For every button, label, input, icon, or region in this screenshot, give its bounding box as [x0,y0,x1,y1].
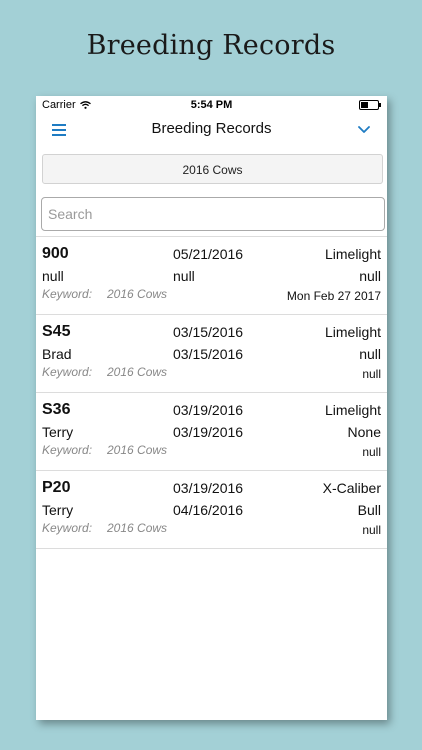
record-sire: Limelight [324,324,381,340]
promo-title: Breeding Records [86,30,336,61]
keyword-label: Keyword: [42,287,93,301]
record-sire: X-Caliber [322,480,381,496]
record-result: Bull [357,502,381,518]
keyword-value: 2016 Cows [107,521,168,535]
record-row[interactable]: S45 03/15/2016 Limelight Brad 03/15/2016… [36,314,387,392]
battery-icon [359,100,381,110]
record-id: P20 [42,479,71,496]
record-sire: Limelight [324,402,381,418]
search-input[interactable] [42,198,384,230]
keyword-value: 2016 Cows [107,287,168,301]
record-row[interactable]: S36 03/19/2016 Limelight Terry 03/19/201… [36,392,387,470]
phone-screen: Carrier 5:54 PM Breeding Records 2016 Co… [36,96,387,720]
status-bar: Carrier 5:54 PM [36,96,387,114]
record-date-2: null [173,268,195,284]
nav-title: Breeding Records [151,120,272,137]
record-technician: Terry [42,424,74,440]
record-date-1: 03/19/2016 [173,480,244,496]
record-extra: Mon Feb 27 2017 [286,289,381,303]
record-id: S45 [42,323,71,340]
record-date-2: 03/15/2016 [173,346,244,362]
keyword-value: 2016 Cows [107,443,168,457]
record-technician: Terry [42,502,74,518]
record-row[interactable]: 900 05/21/2016 Limelight null null null … [36,236,387,314]
keyword-label: Keyword: [42,365,93,379]
record-row[interactable]: P20 03/19/2016 X-Caliber Terry 04/16/201… [36,470,387,549]
keyword-label: Keyword: [42,443,93,457]
keyword-value: 2016 Cows [107,365,168,379]
record-date-2: 04/16/2016 [173,502,244,518]
record-id: 900 [42,245,69,262]
record-technician: Brad [42,346,72,362]
record-result: null [359,268,381,284]
record-date-2: 03/19/2016 [173,424,244,440]
record-extra: null [362,445,381,459]
record-result: null [359,346,381,362]
record-extra: null [362,367,381,381]
keyword-label: Keyword: [42,521,93,535]
status-time: 5:54 PM [190,99,233,111]
nav-bar: Breeding Records [36,114,387,154]
record-technician: null [42,268,64,284]
record-result: None [347,424,381,440]
record-date-1: 03/15/2016 [173,324,244,340]
search-box[interactable] [41,197,385,231]
records-list: 900 05/21/2016 Limelight null null null … [36,236,387,549]
record-date-1: 05/21/2016 [173,246,244,262]
record-sire: Limelight [324,246,381,262]
record-date-1: 03/19/2016 [173,402,244,418]
chevron-down-icon[interactable] [357,122,371,136]
record-extra: null [362,523,381,537]
record-id: S36 [42,401,71,418]
group-filter-button[interactable]: 2016 Cows [42,154,383,184]
